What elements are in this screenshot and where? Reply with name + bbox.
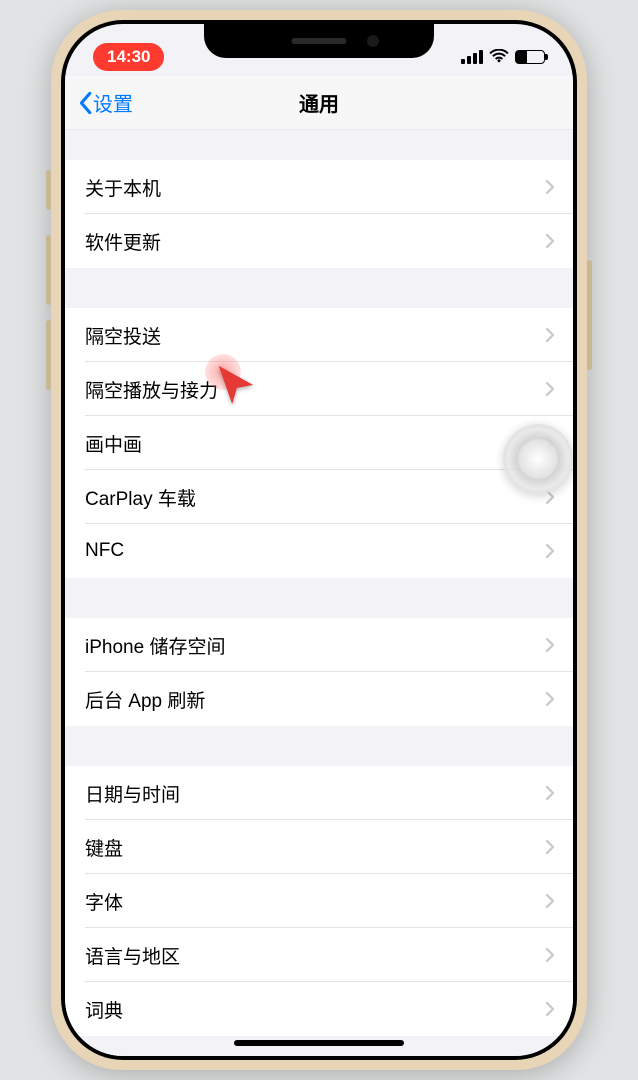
row-label: 软件更新 — [85, 228, 161, 255]
chevron-right-icon — [545, 179, 555, 195]
row-keyboard[interactable]: 键盘 — [65, 820, 573, 874]
recording-time-pill[interactable]: 14:30 — [93, 43, 164, 71]
group-locale: 日期与时间 键盘 字体 语言与地区 — [65, 766, 573, 1036]
chevron-right-icon — [545, 381, 555, 397]
page-title: 通用 — [299, 88, 339, 117]
row-language-region[interactable]: 语言与地区 — [65, 928, 573, 982]
chevron-right-icon — [545, 839, 555, 855]
chevron-right-icon — [545, 327, 555, 343]
row-label: CarPlay 车载 — [85, 484, 196, 511]
speaker-grille — [292, 38, 347, 44]
row-label: 画中画 — [85, 430, 142, 457]
row-date-time[interactable]: 日期与时间 — [65, 766, 573, 820]
battery-icon — [515, 50, 545, 64]
row-font[interactable]: 字体 — [65, 874, 573, 928]
row-label: 字体 — [85, 888, 123, 915]
chevron-right-icon — [545, 543, 555, 559]
volume-up-button — [46, 235, 51, 305]
phone-frame: 14:30 设置 通用 — [51, 10, 587, 1070]
row-label: 关于本机 — [85, 174, 161, 201]
row-label: 后台 App 刷新 — [85, 686, 205, 713]
notch — [204, 24, 434, 58]
chevron-right-icon — [545, 233, 555, 249]
group-device: 关于本机 软件更新 — [65, 160, 573, 268]
chevron-left-icon — [77, 91, 93, 115]
row-about[interactable]: 关于本机 — [65, 160, 573, 214]
row-label: 隔空投送 — [85, 322, 161, 349]
chevron-right-icon — [545, 691, 555, 707]
group-connectivity: 隔空投送 隔空播放与接力 画中画 CarPlay 车载 — [65, 308, 573, 578]
row-airplay-handoff[interactable]: 隔空播放与接力 — [65, 362, 573, 416]
assistive-touch-button[interactable] — [503, 424, 573, 494]
group-storage: iPhone 储存空间 后台 App 刷新 — [65, 618, 573, 726]
home-indicator[interactable] — [234, 1040, 404, 1046]
row-software-update[interactable]: 软件更新 — [65, 214, 573, 268]
row-dictionary[interactable]: 词典 — [65, 982, 573, 1036]
front-camera — [367, 35, 379, 47]
back-label: 设置 — [93, 88, 133, 117]
row-label: iPhone 储存空间 — [85, 632, 225, 659]
screen: 14:30 设置 通用 — [65, 24, 573, 1056]
row-nfc[interactable]: NFC — [65, 524, 573, 578]
chevron-right-icon — [545, 637, 555, 653]
row-label: 隔空播放与接力 — [85, 376, 218, 403]
row-iphone-storage[interactable]: iPhone 储存空间 — [65, 618, 573, 672]
wifi-icon — [489, 48, 509, 66]
power-button — [587, 260, 592, 370]
row-background-refresh[interactable]: 后台 App 刷新 — [65, 672, 573, 726]
row-airdrop[interactable]: 隔空投送 — [65, 308, 573, 362]
volume-down-button — [46, 320, 51, 390]
row-label: 键盘 — [85, 834, 123, 861]
chevron-right-icon — [545, 893, 555, 909]
row-label: NFC — [85, 540, 124, 562]
chevron-right-icon — [545, 1001, 555, 1017]
back-button[interactable]: 设置 — [77, 88, 133, 117]
chevron-right-icon — [545, 947, 555, 963]
row-carplay[interactable]: CarPlay 车载 — [65, 470, 573, 524]
cellular-signal-icon — [461, 50, 483, 64]
row-label: 语言与地区 — [85, 942, 180, 969]
row-picture-in-picture[interactable]: 画中画 — [65, 416, 573, 470]
chevron-right-icon — [545, 785, 555, 801]
row-label: 日期与时间 — [85, 780, 180, 807]
row-label: 词典 — [85, 996, 123, 1023]
settings-content[interactable]: 关于本机 软件更新 隔空投送 隔空播放与接力 — [65, 130, 573, 1056]
nav-bar: 设置 通用 — [65, 76, 573, 130]
mute-switch — [46, 170, 51, 210]
